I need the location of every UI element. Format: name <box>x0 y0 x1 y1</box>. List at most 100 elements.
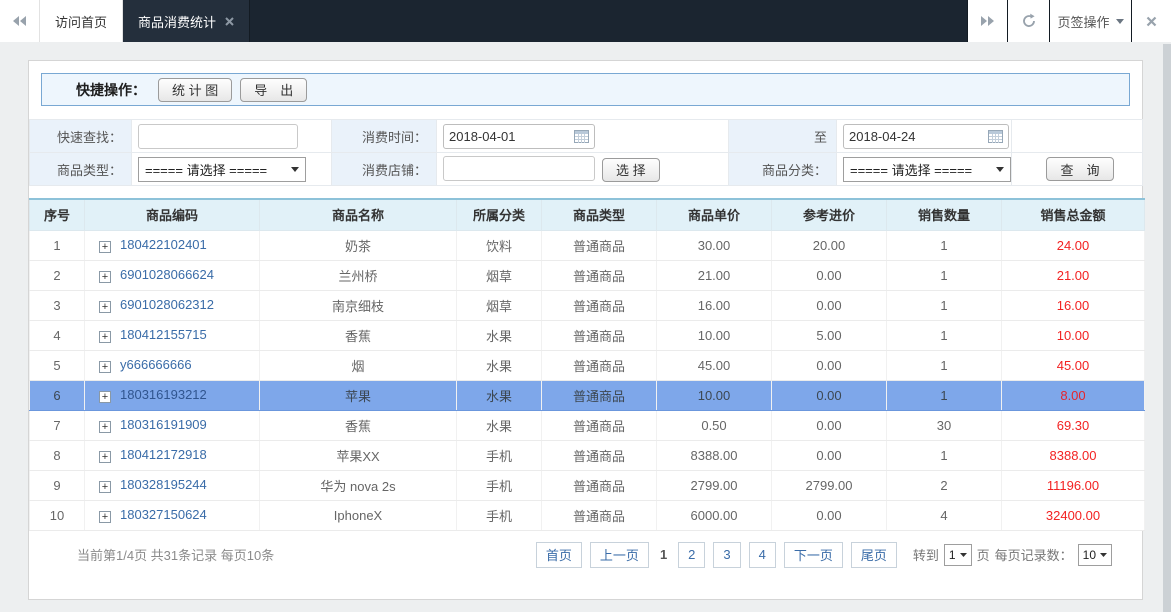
expand-row-icon[interactable]: + <box>99 361 111 373</box>
prev-page-button[interactable]: 上一页 <box>590 542 649 568</box>
column-header[interactable]: 所属分类 <box>457 199 542 230</box>
close-all-tabs-button[interactable] <box>1131 0 1171 42</box>
consume-shop-label: 消费店铺： <box>332 153 437 186</box>
table-row[interactable]: 3+6901028062312南京细枝烟草普通商品16.000.00116.00 <box>30 290 1145 320</box>
total-amount-cell: 8.00 <box>1002 380 1145 410</box>
shop-input[interactable] <box>443 156 595 181</box>
per-page-label: 每页记录数： <box>995 545 1073 564</box>
content-panel: 快捷操作： 统 计 图 导 出 快速查找： 消费时间： 2018-04-01 <box>28 60 1143 600</box>
expand-row-icon[interactable]: + <box>99 271 111 283</box>
column-header[interactable]: 销售数量 <box>887 199 1002 230</box>
total-amount-cell: 8388.00 <box>1002 440 1145 470</box>
expand-row-icon[interactable]: + <box>99 511 111 523</box>
total-amount-cell: 16.00 <box>1002 290 1145 320</box>
table-row[interactable]: 8+180412172918苹果XX手机普通商品8388.000.0018388… <box>30 440 1145 470</box>
export-button[interactable]: 导 出 <box>240 78 307 102</box>
quick-find-input[interactable] <box>138 124 298 149</box>
page-number-button[interactable]: 4 <box>749 542 776 568</box>
product-type-cell: 普通商品 <box>542 290 657 320</box>
product-code-link[interactable]: y666666666 <box>120 357 192 372</box>
category-cell: 水果 <box>457 350 542 380</box>
column-header[interactable]: 序号 <box>30 199 85 230</box>
quick-operations-bar: 快捷操作： 统 计 图 导 出 <box>41 73 1130 106</box>
product-type-select[interactable]: ===== 请选择 ===== <box>138 157 306 182</box>
product-code-link[interactable]: 180327150624 <box>120 507 207 522</box>
expand-row-icon[interactable]: + <box>99 421 111 433</box>
next-page-button[interactable]: 下一页 <box>784 542 843 568</box>
expand-row-icon[interactable]: + <box>99 301 111 313</box>
product-code-link[interactable]: 180412155715 <box>120 327 207 342</box>
ref-price-cell: 0.00 <box>772 350 887 380</box>
quick-find-label: 快速查找： <box>30 120 132 153</box>
page-number-button[interactable]: 3 <box>713 542 740 568</box>
table-row[interactable]: 2+6901028066624兰州桥烟草普通商品21.000.00121.00 <box>30 260 1145 290</box>
goto-label: 转到 <box>913 545 939 564</box>
refresh-button[interactable] <box>1007 0 1049 42</box>
date-from-input[interactable]: 2018-04-01 <box>443 124 595 149</box>
select-arrow-icon <box>291 167 299 172</box>
column-header[interactable]: 商品类型 <box>542 199 657 230</box>
category-cell: 手机 <box>457 470 542 500</box>
product-name-cell: 奶茶 <box>260 230 457 260</box>
row-number-cell: 1 <box>30 230 85 260</box>
product-name-cell: 苹果 <box>260 380 457 410</box>
product-code-link[interactable]: 180316193212 <box>120 387 207 402</box>
product-code-cell: +6901028066624 <box>85 260 260 290</box>
table-row[interactable]: 1+180422102401奶茶饮料普通商品30.0020.00124.00 <box>30 230 1145 260</box>
statistics-chart-button[interactable]: 统 计 图 <box>158 78 232 102</box>
calendar-icon[interactable] <box>988 130 1003 143</box>
last-page-button[interactable]: 尾页 <box>851 542 897 568</box>
scroll-tabs-right-button[interactable] <box>967 0 1007 42</box>
filter-empty-cell <box>1012 120 1143 153</box>
tab-product-consumption-stats[interactable]: 商品消费统计 <box>123 0 250 42</box>
table-row[interactable]: 9+180328195244华为 nova 2s手机普通商品2799.00279… <box>30 470 1145 500</box>
product-code-link[interactable]: 180412172918 <box>120 447 207 462</box>
product-code-link[interactable]: 6901028066624 <box>120 267 214 282</box>
column-header[interactable]: 销售总金额 <box>1002 199 1145 230</box>
table-footer: 当前第1/4页 共31条记录 每页10条 首页 上一页 1234 下一页 尾页 … <box>29 541 1142 569</box>
expand-row-icon[interactable]: + <box>99 451 111 463</box>
product-category-select[interactable]: ===== 请选择 ===== <box>843 157 1011 182</box>
tab-home[interactable]: 访问首页 <box>40 0 123 42</box>
double-right-arrow-icon <box>980 16 995 26</box>
product-code-link[interactable]: 180422102401 <box>120 237 207 252</box>
date-to-input[interactable]: 2018-04-24 <box>843 124 1009 149</box>
tab-label: 商品消费统计 <box>138 12 216 31</box>
expand-row-icon[interactable]: + <box>99 331 111 343</box>
product-code-link[interactable]: 180316191909 <box>120 417 207 432</box>
quantity-cell: 1 <box>887 440 1002 470</box>
category-cell: 烟草 <box>457 260 542 290</box>
table-row[interactable]: 7+180316191909香蕉水果普通商品0.500.003069.30 <box>30 410 1145 440</box>
column-header[interactable]: 商品单价 <box>657 199 772 230</box>
per-page-select[interactable]: 10 <box>1078 544 1112 566</box>
query-button[interactable]: 查 询 <box>1046 157 1113 181</box>
table-row[interactable]: 5+y666666666烟水果普通商品45.000.00145.00 <box>30 350 1145 380</box>
quantity-cell: 1 <box>887 290 1002 320</box>
table-row[interactable]: 6+180316193212苹果水果普通商品10.000.0018.00 <box>30 380 1145 410</box>
product-code-cell: +180412155715 <box>85 320 260 350</box>
goto-page-select[interactable]: 1 <box>944 544 972 566</box>
tab-operations-dropdown[interactable]: 页签操作 <box>1049 0 1131 42</box>
expand-row-icon[interactable]: + <box>99 391 111 403</box>
refresh-icon <box>1021 13 1037 29</box>
expand-row-icon[interactable]: + <box>99 241 111 253</box>
table-row[interactable]: 4+180412155715香蕉水果普通商品10.005.00110.00 <box>30 320 1145 350</box>
expand-row-icon[interactable]: + <box>99 481 111 493</box>
column-header[interactable]: 商品名称 <box>260 199 457 230</box>
ref-price-cell: 0.00 <box>772 380 887 410</box>
date-from-value: 2018-04-01 <box>449 129 516 144</box>
calendar-icon[interactable] <box>574 130 589 143</box>
choose-shop-button[interactable]: 选 择 <box>602 158 660 182</box>
column-header[interactable]: 商品编码 <box>85 199 260 230</box>
scroll-tabs-left-button[interactable] <box>0 0 40 42</box>
page-number-button[interactable]: 2 <box>678 542 705 568</box>
first-page-button[interactable]: 首页 <box>536 542 582 568</box>
goto-page-value: 1 <box>949 548 956 562</box>
product-code-cell: +180328195244 <box>85 470 260 500</box>
vertical-scrollbar[interactable] <box>1163 44 1171 612</box>
close-tab-icon[interactable] <box>225 17 234 26</box>
product-code-link[interactable]: 6901028062312 <box>120 297 214 312</box>
product-code-link[interactable]: 180328195244 <box>120 477 207 492</box>
column-header[interactable]: 参考进价 <box>772 199 887 230</box>
table-row[interactable]: 10+180327150624IphoneX手机普通商品6000.000.004… <box>30 500 1145 530</box>
